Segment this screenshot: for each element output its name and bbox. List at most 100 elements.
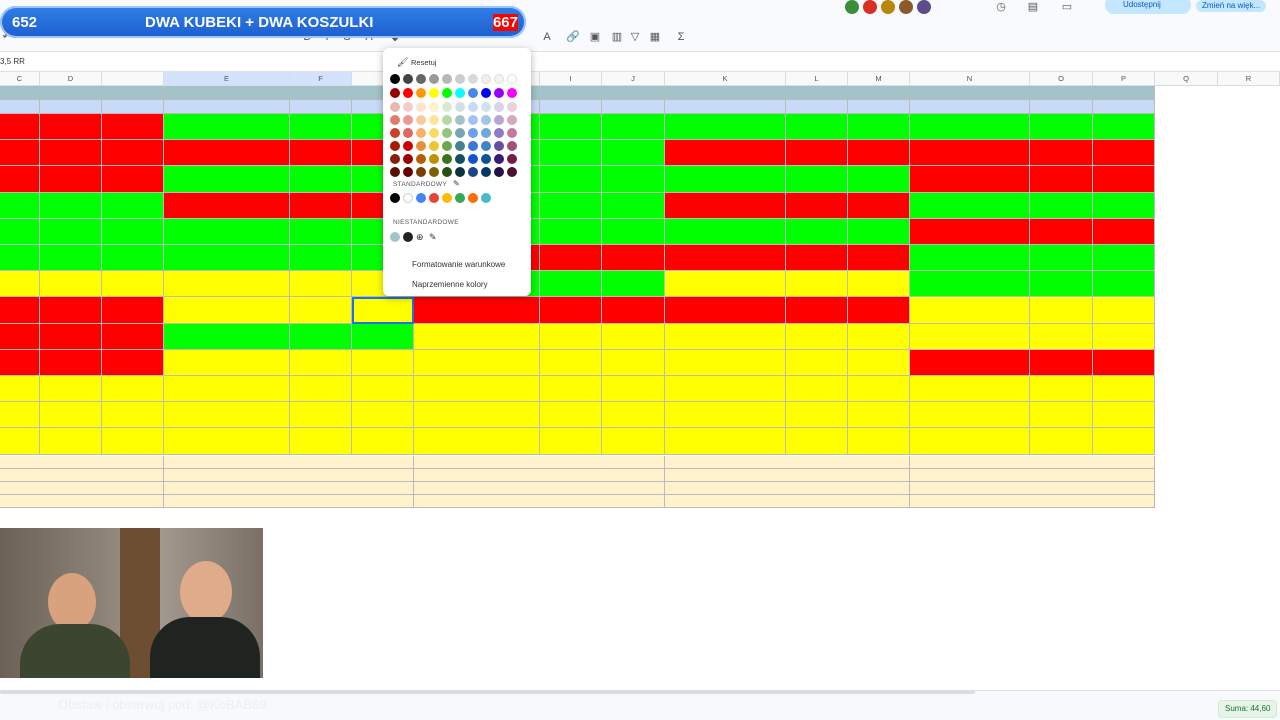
palette-swatch[interactable] bbox=[455, 141, 465, 151]
table-cell[interactable] bbox=[102, 297, 164, 324]
table-cell[interactable] bbox=[1093, 219, 1155, 245]
table-cell[interactable] bbox=[40, 350, 102, 376]
table-cell[interactable] bbox=[164, 219, 290, 245]
custom-color-swatch[interactable] bbox=[403, 232, 413, 242]
table-cell[interactable] bbox=[540, 114, 602, 140]
palette-swatch[interactable] bbox=[481, 115, 491, 125]
palette-swatch[interactable] bbox=[494, 88, 504, 98]
table-cell[interactable] bbox=[848, 324, 910, 350]
palette-swatch[interactable] bbox=[455, 102, 465, 112]
palette-swatch[interactable] bbox=[468, 74, 478, 84]
table-cell[interactable] bbox=[0, 324, 40, 350]
table-cell[interactable] bbox=[290, 193, 352, 219]
table-cell[interactable] bbox=[0, 193, 40, 219]
palette-swatch[interactable] bbox=[442, 88, 452, 98]
table-cell[interactable] bbox=[540, 219, 602, 245]
table-cell[interactable] bbox=[665, 376, 786, 402]
palette-swatch[interactable] bbox=[494, 115, 504, 125]
table-cell[interactable] bbox=[786, 324, 848, 350]
table-cell[interactable] bbox=[848, 245, 910, 271]
table-cell[interactable] bbox=[540, 324, 602, 350]
standard-color-swatch[interactable] bbox=[481, 193, 491, 203]
summary-cell[interactable] bbox=[665, 456, 910, 469]
table-cell[interactable] bbox=[1093, 350, 1155, 376]
table-cell[interactable] bbox=[910, 297, 1030, 324]
table-cell[interactable] bbox=[164, 114, 290, 140]
table-cell[interactable] bbox=[1093, 428, 1155, 455]
table-cell[interactable] bbox=[0, 428, 40, 455]
table-cell[interactable] bbox=[848, 166, 910, 193]
table-cell[interactable] bbox=[1030, 324, 1093, 350]
palette-swatch[interactable] bbox=[390, 115, 400, 125]
table-cell[interactable] bbox=[786, 166, 848, 193]
table-cell[interactable] bbox=[0, 114, 40, 140]
palette-swatch[interactable] bbox=[481, 154, 491, 164]
column-header[interactable]: F bbox=[290, 72, 352, 86]
palette-swatch[interactable] bbox=[494, 141, 504, 151]
table-cell[interactable] bbox=[786, 297, 848, 324]
palette-swatch[interactable] bbox=[481, 128, 491, 138]
table-cell[interactable] bbox=[786, 193, 848, 219]
table-cell[interactable] bbox=[602, 193, 665, 219]
column-header[interactable]: D bbox=[40, 72, 102, 86]
filter-icon[interactable]: ▽ bbox=[628, 30, 642, 44]
summary-cell[interactable] bbox=[414, 495, 665, 508]
standard-color-swatch[interactable] bbox=[416, 193, 426, 203]
table-cell[interactable] bbox=[910, 219, 1030, 245]
summary-cell[interactable] bbox=[0, 456, 164, 469]
palette-swatch[interactable] bbox=[507, 128, 517, 138]
table-cell[interactable] bbox=[1030, 350, 1093, 376]
table-cell[interactable] bbox=[786, 140, 848, 166]
add-custom-color-icon[interactable]: ⊕ bbox=[416, 232, 424, 243]
table-cell[interactable] bbox=[848, 193, 910, 219]
table-cell[interactable] bbox=[102, 324, 164, 350]
table-cell[interactable] bbox=[102, 428, 164, 455]
palette-swatch[interactable] bbox=[494, 128, 504, 138]
table-cell[interactable] bbox=[0, 297, 40, 324]
column-header[interactable]: C bbox=[0, 72, 40, 86]
table-cell[interactable] bbox=[665, 114, 786, 140]
edit-pencil-icon[interactable]: ✎ bbox=[453, 179, 460, 188]
table-cell[interactable] bbox=[786, 402, 848, 428]
palette-swatch[interactable] bbox=[403, 154, 413, 164]
standard-color-swatch[interactable] bbox=[390, 193, 400, 203]
table-cell[interactable] bbox=[602, 166, 665, 193]
table-cell[interactable] bbox=[102, 140, 164, 166]
table-cell[interactable] bbox=[1093, 297, 1155, 324]
table-cell[interactable] bbox=[665, 166, 786, 193]
table-cell[interactable] bbox=[665, 297, 786, 324]
summary-cell[interactable] bbox=[0, 495, 164, 508]
table-cell[interactable] bbox=[414, 297, 540, 324]
table-cell[interactable] bbox=[290, 114, 352, 140]
table-cell[interactable] bbox=[290, 140, 352, 166]
table-view-icon[interactable]: ▦ bbox=[648, 30, 662, 44]
column-header[interactable]: I bbox=[540, 72, 602, 86]
table-cell[interactable] bbox=[786, 219, 848, 245]
table-cell[interactable] bbox=[1093, 114, 1155, 140]
table-cell[interactable] bbox=[786, 428, 848, 455]
table-cell[interactable] bbox=[910, 114, 1030, 140]
table-cell[interactable] bbox=[540, 402, 602, 428]
table-cell[interactable] bbox=[164, 271, 290, 297]
reset-option[interactable]: Resetuj bbox=[411, 58, 436, 67]
palette-swatch[interactable] bbox=[468, 167, 478, 177]
table-cell[interactable] bbox=[164, 193, 290, 219]
table-cell[interactable] bbox=[0, 245, 40, 271]
table-cell[interactable] bbox=[164, 140, 290, 166]
table-cell[interactable] bbox=[910, 140, 1030, 166]
column-header[interactable]: L bbox=[786, 72, 848, 86]
table-cell[interactable] bbox=[0, 140, 40, 166]
horizontal-scrollbar[interactable] bbox=[0, 690, 975, 694]
table-cell[interactable] bbox=[1030, 245, 1093, 271]
standard-color-swatch[interactable] bbox=[429, 193, 439, 203]
palette-swatch[interactable] bbox=[416, 154, 426, 164]
summary-cell[interactable] bbox=[0, 482, 164, 495]
summary-cell[interactable] bbox=[414, 482, 665, 495]
table-cell[interactable] bbox=[910, 166, 1030, 193]
palette-swatch[interactable] bbox=[403, 74, 413, 84]
table-cell[interactable] bbox=[786, 271, 848, 297]
palette-swatch[interactable] bbox=[481, 141, 491, 151]
table-cell[interactable] bbox=[1030, 376, 1093, 402]
palette-swatch[interactable] bbox=[442, 115, 452, 125]
table-cell[interactable] bbox=[164, 428, 290, 455]
